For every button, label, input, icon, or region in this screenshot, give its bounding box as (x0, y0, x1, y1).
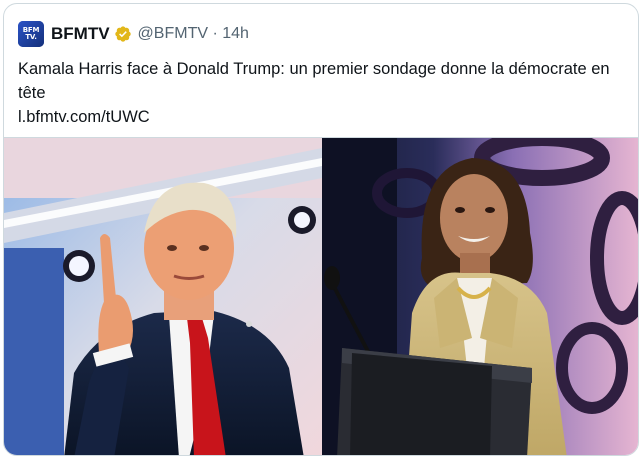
media-photo-right[interactable] (322, 138, 638, 455)
photo-harris-podium (322, 138, 638, 455)
tweet-header: BFM TV. BFMTV @BFMTV · 14h (18, 20, 249, 48)
media-photo-left[interactable] (4, 138, 322, 455)
tweet-media[interactable] (4, 137, 638, 455)
verified-badge-icon (114, 26, 131, 42)
author-avatar[interactable]: BFM TV. (18, 21, 44, 47)
tweet-text: Kamala Harris face à Donald Trump: un pr… (18, 60, 610, 102)
author-name[interactable]: BFMTV (51, 24, 110, 44)
tweet-card[interactable]: BFM TV. BFMTV @BFMTV · 14h Kamala Harris… (3, 3, 639, 456)
tweet-body: Kamala Harris face à Donald Trump: un pr… (18, 57, 628, 129)
logo-text-line2: TV. (25, 33, 37, 41)
tweet-link[interactable]: l.bfmtv.com/tUWC (18, 105, 628, 129)
author-handle-time[interactable]: @BFMTV · 14h (138, 25, 249, 43)
photo-trump-pointing (4, 138, 322, 455)
